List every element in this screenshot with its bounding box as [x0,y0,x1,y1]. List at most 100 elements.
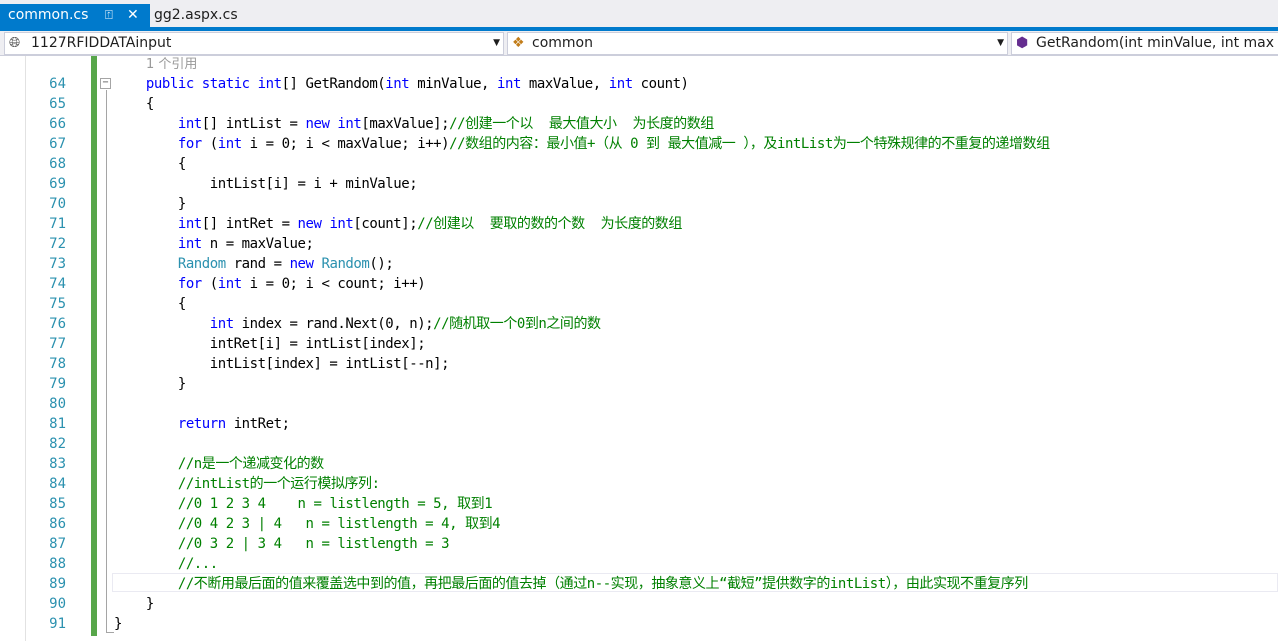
pin-icon[interactable]: ⍐ [105,4,113,27]
code-line[interactable]: 65 { [0,94,1278,114]
line-number: 64 [49,76,66,92]
code-token: intRet[i] = intList[index]; [114,336,426,352]
document-tab-bar: common.cs ⍐ ✕ gg2.aspx.cs [0,0,1278,31]
code-keyword: return [177,416,226,432]
code-text: } [114,374,186,394]
code-token: { [114,296,186,312]
code-keyword: new [289,256,314,272]
code-line[interactable]: 76 int index = rand.Next(0, n);//随机取一个0到… [0,314,1278,334]
class-dropdown[interactable]: ❖ common ▼ [507,32,1008,55]
chevron-down-icon[interactable]: ▼ [997,33,1004,54]
code-line[interactable]: 79 } [0,374,1278,394]
code-type: Random [321,256,370,272]
code-keyword: int [177,236,202,252]
code-line[interactable]: 84 //intList的一个运行模拟序列: [0,474,1278,494]
code-text: int n = maxValue; [114,234,314,254]
method-icon: ⬢ [1016,35,1029,51]
code-token: index = rand.Next(0, n); [233,316,434,332]
code-comment: //0 3 2 | 3 4 n = listlength = 3 [177,536,450,552]
code-line[interactable]: 71 int[] intRet = new int[count];//创建以 要… [0,214,1278,234]
tab-common-cs[interactable]: common.cs ⍐ ✕ [0,4,150,27]
line-number: 67 [49,136,66,152]
class-icon: ❖ [512,35,525,51]
code-line[interactable]: 73 Random rand = new Random(); [0,254,1278,274]
code-token: i = 0; i < maxValue; i++) [241,136,450,152]
code-line[interactable]: 90 } [0,594,1278,614]
line-number: 68 [49,156,66,172]
code-token: minValue, [409,76,498,92]
code-line[interactable]: 80 [0,394,1278,414]
code-line[interactable]: 82 [0,434,1278,454]
code-token: [] intList = [201,116,306,132]
code-keyword: int [177,116,202,132]
line-number: 80 [49,396,66,412]
code-line[interactable]: 70 } [0,194,1278,214]
code-keyword: int [209,316,234,332]
code-text: int index = rand.Next(0, n);//随机取一个0到n之间… [114,314,601,334]
chevron-down-icon[interactable]: ▼ [493,33,500,54]
code-token: rand = [225,256,290,272]
code-line[interactable]: 87 //0 3 2 | 3 4 n = listlength = 3 [0,534,1278,554]
close-icon[interactable]: ✕ [127,4,139,27]
class-label: common [532,35,593,51]
code-line[interactable]: 74 for (int i = 0; i < count; i++) [0,274,1278,294]
code-line[interactable]: 66 int[] intList = new int[maxValue];//创… [0,114,1278,134]
code-line[interactable]: 67 for (int i = 0; i < maxValue; i++)//数… [0,134,1278,154]
code-token: count) [632,76,689,92]
code-line[interactable]: 91} [0,614,1278,634]
code-text: intRet[i] = intList[index]; [114,334,426,354]
codelens-references[interactable]: 1 个引用 [146,56,197,74]
code-line[interactable]: 86 //0 4 2 3 | 4 n = listlength = 4, 取到4 [0,514,1278,534]
code-keyword: new int [297,216,354,232]
code-line[interactable]: 68 { [0,154,1278,174]
code-line[interactable]: 81 return intRet; [0,414,1278,434]
code-text: } [114,194,186,214]
code-keyword: for [177,276,202,292]
code-text: //... [114,554,218,574]
code-keyword: int [177,216,202,232]
code-line[interactable]: 64 public static int[] GetRandom(int min… [0,74,1278,94]
line-number: 74 [49,276,66,292]
code-line[interactable]: 89 //不断用最后面的值来覆盖选中到的值，再把最后面的值去掉（通过n--实现，… [0,574,1278,594]
tab-gg2-aspx-cs[interactable]: gg2.aspx.cs [154,4,264,27]
tab-label: common.cs [8,7,89,23]
code-comment: //0 1 2 3 4 n = listlength = 5, 取到1 [177,496,493,512]
code-editor[interactable]: − 1 个引用 64 public static int[] GetRandom… [0,56,1278,641]
line-number: 69 [49,176,66,192]
code-keyword: int [497,76,521,92]
code-text: Random rand = new Random(); [114,254,394,274]
member-dropdown[interactable]: ⬢ GetRandom(int minValue, int max [1011,32,1278,55]
code-line[interactable]: 83 //n是一个递减变化的数 [0,454,1278,474]
code-text: int[] intList = new int[maxValue];//创建一个… [114,114,714,134]
line-number: 81 [49,416,66,432]
code-line[interactable]: 77 intRet[i] = intList[index]; [0,334,1278,354]
code-line[interactable]: 78 intList[index] = intList[--n]; [0,354,1278,374]
code-line[interactable]: 69 intList[i] = i + minValue; [0,174,1278,194]
code-text: public static int[] GetRandom(int minVal… [114,74,689,94]
line-number: 82 [49,436,66,452]
code-line[interactable]: 88 //... [0,554,1278,574]
code-line[interactable]: 72 int n = maxValue; [0,234,1278,254]
line-number: 65 [49,96,66,112]
code-token: i = 0; i < count; i++) [241,276,426,292]
code-line[interactable]: 75 { [0,294,1278,314]
line-number: 84 [49,476,66,492]
code-token: n = maxValue; [201,236,314,252]
code-line[interactable]: 85 //0 1 2 3 4 n = listlength = 5, 取到1 [0,494,1278,514]
line-number: 72 [49,236,66,252]
line-number: 86 [49,516,66,532]
project-dropdown[interactable]: 🌐︎ 1127RFIDDATAinput ▼ [4,32,504,55]
code-text: { [114,94,154,114]
code-text: //n是一个递减变化的数 [114,454,324,474]
code-token: [maxValue]; [361,116,450,132]
